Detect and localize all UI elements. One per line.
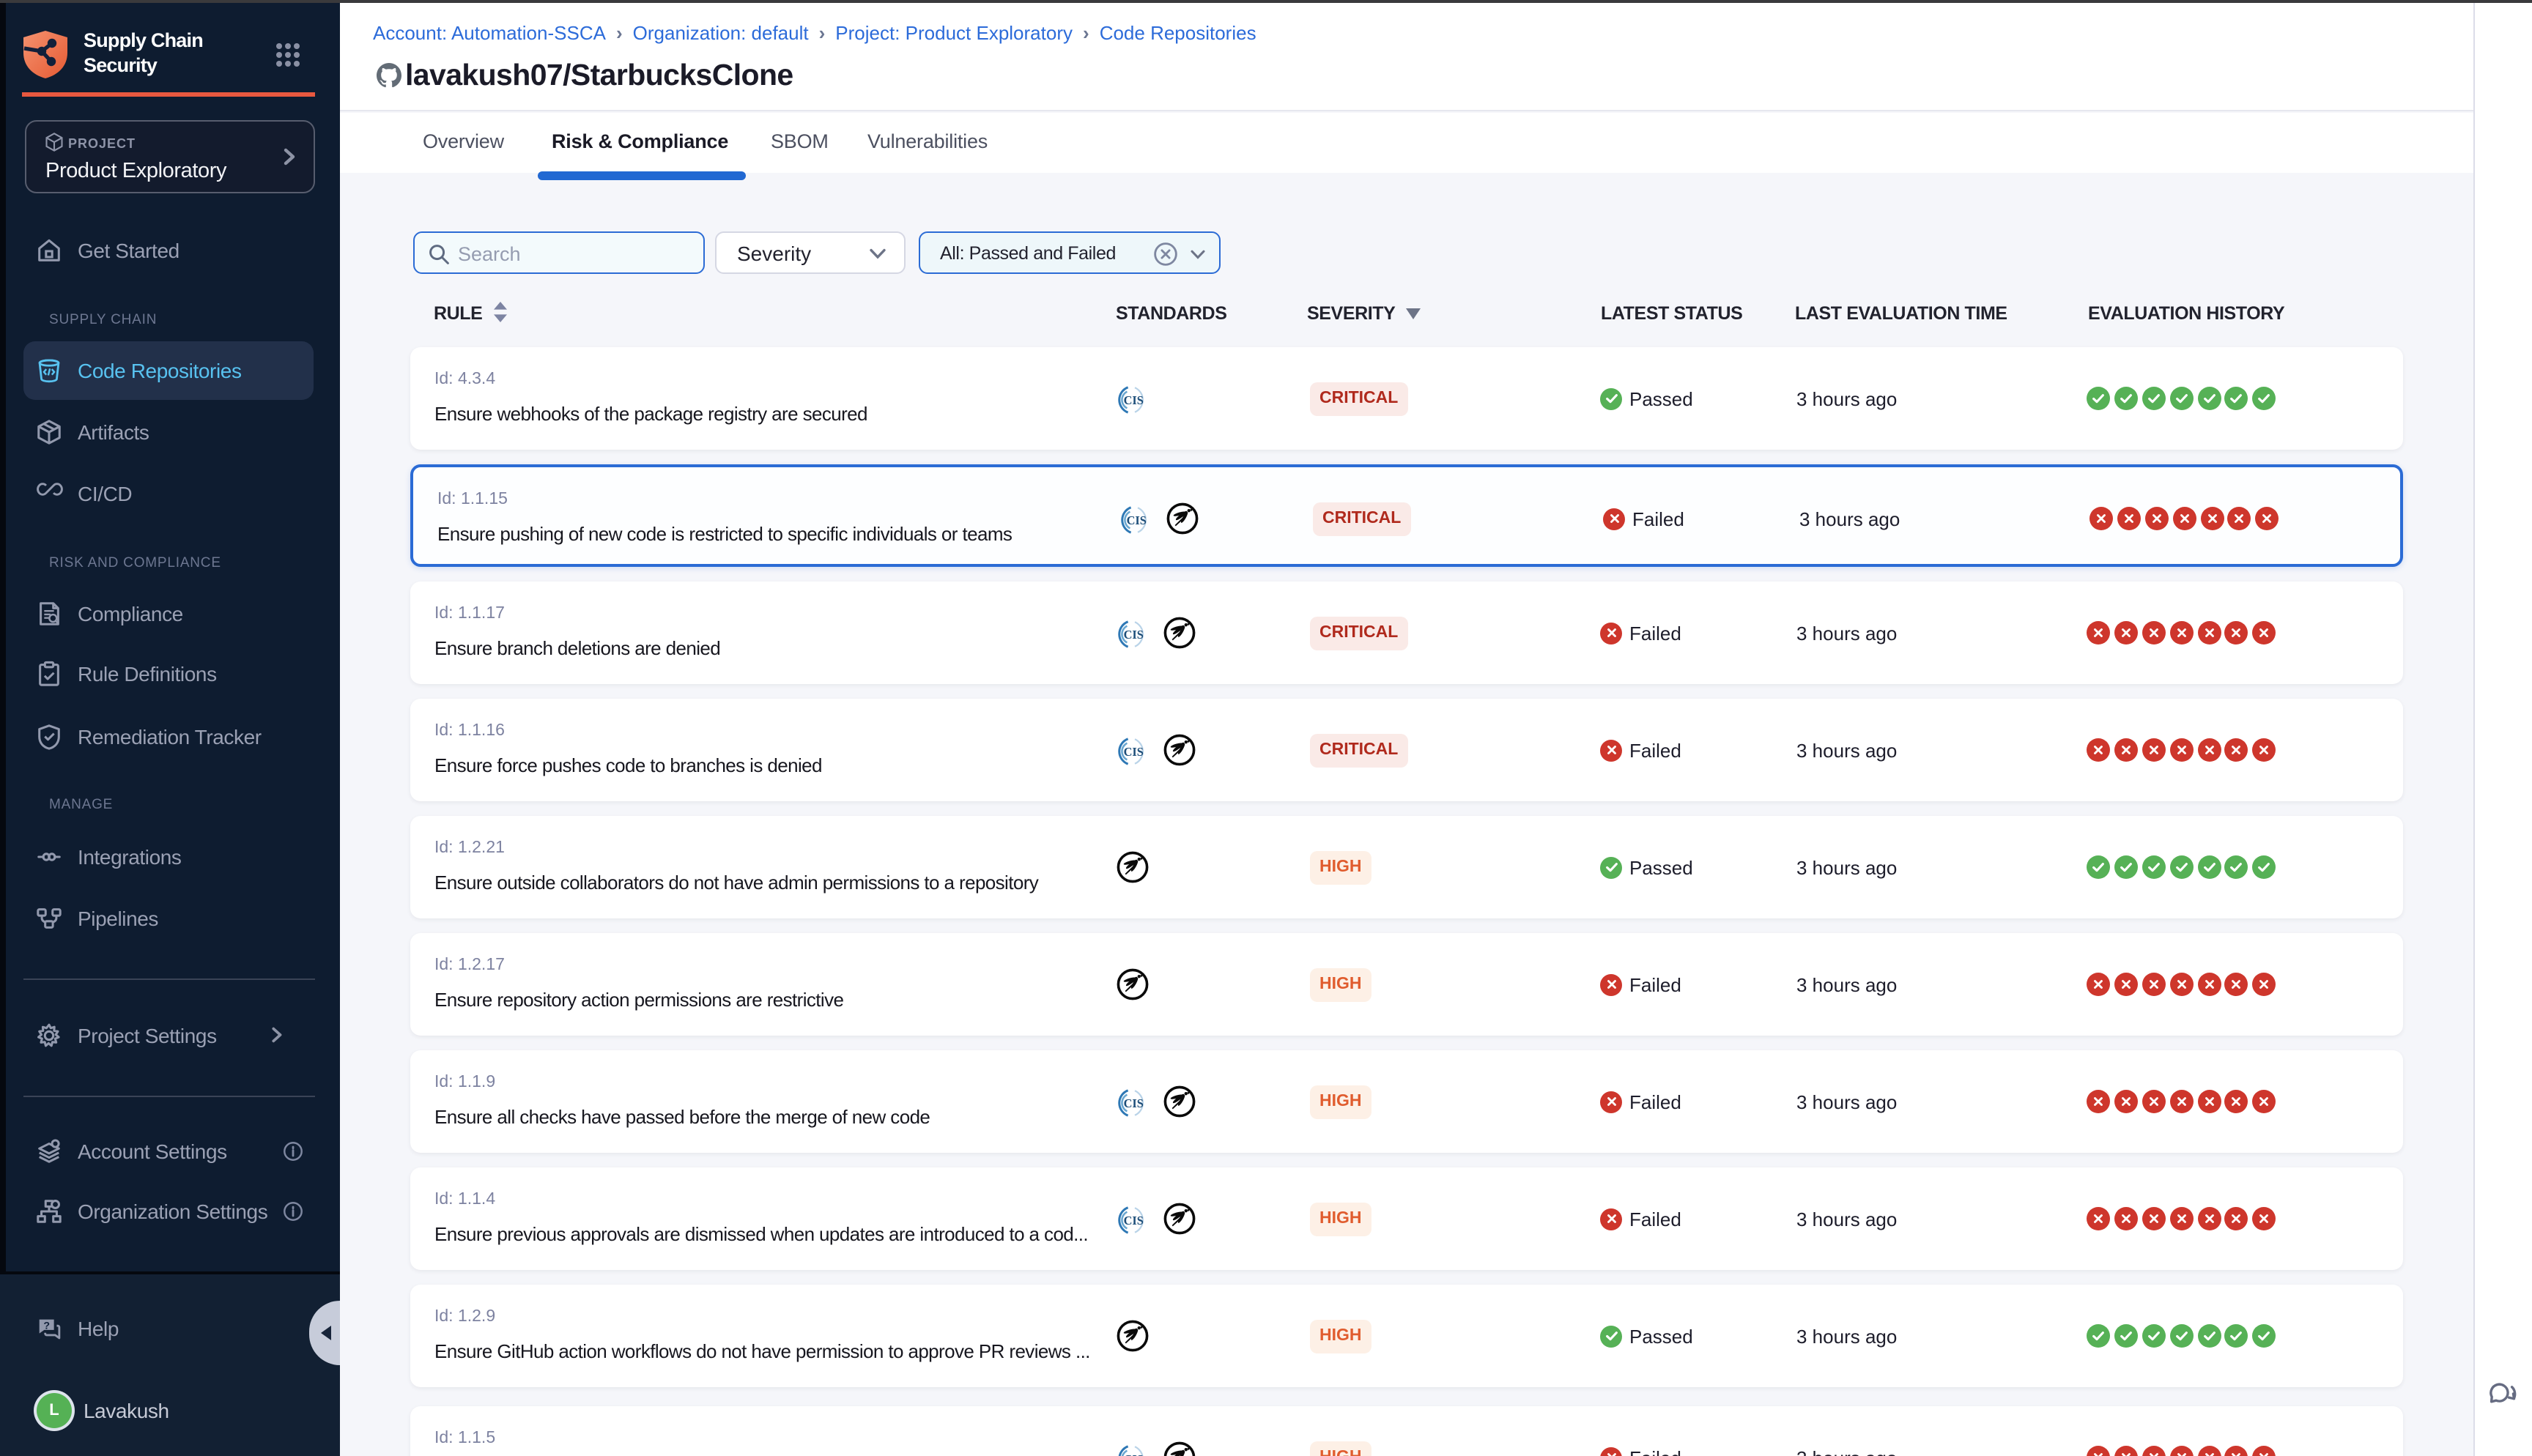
- svg-text:CIS: CIS: [1124, 1452, 1144, 1456]
- svg-text:CIS: CIS: [1124, 1096, 1144, 1110]
- svg-text:CIS: CIS: [1124, 1214, 1144, 1227]
- svg-text:CIS: CIS: [1127, 513, 1147, 527]
- svg-text:CIS: CIS: [1124, 628, 1144, 642]
- svg-text:CIS: CIS: [1124, 393, 1144, 407]
- svg-text:?: ?: [43, 1320, 50, 1331]
- svg-text:CIS: CIS: [1124, 745, 1144, 759]
